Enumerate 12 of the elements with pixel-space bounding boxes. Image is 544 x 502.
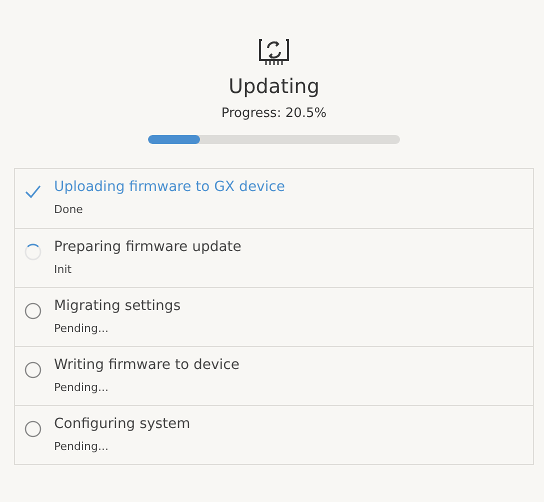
step-title: Uploading firmware to GX device	[54, 179, 286, 195]
step-title: Preparing firmware update	[54, 239, 242, 255]
step-title: Migrating settings	[54, 298, 181, 314]
update-title: Updating	[228, 74, 320, 98]
step-status: Pending...	[54, 440, 110, 453]
step-status: Pending...	[54, 381, 110, 394]
progress-text: Progress: 20.5%	[221, 106, 327, 121]
step-title: Configuring system	[54, 416, 190, 432]
step-status: Pending...	[54, 322, 110, 335]
step-status: Done	[54, 203, 84, 216]
step-status: Init	[54, 263, 73, 276]
step-title: Writing firmware to device	[54, 357, 240, 373]
